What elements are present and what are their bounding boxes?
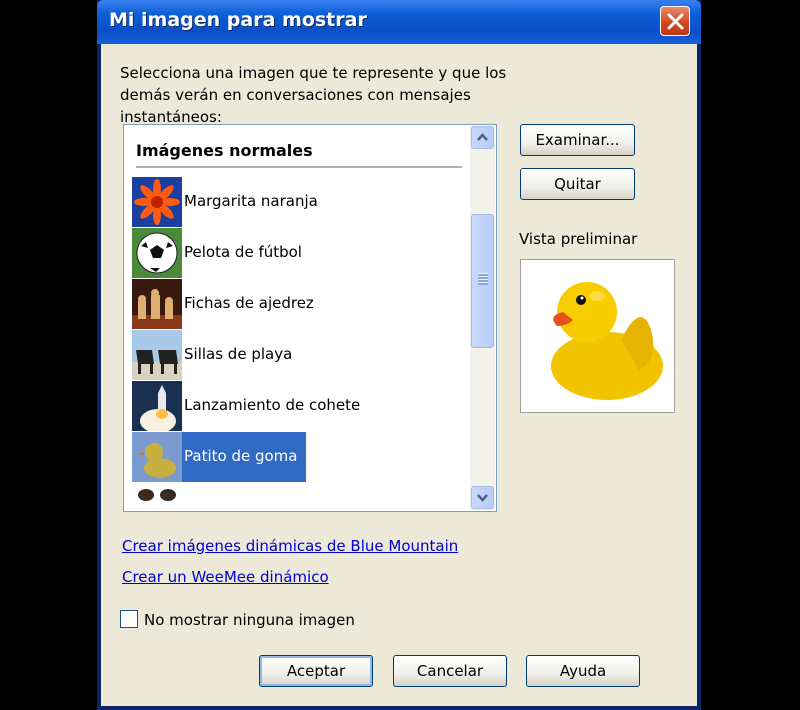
chess-pieces-icon	[132, 279, 182, 329]
scroll-down-button[interactable]	[471, 486, 494, 509]
preview-label: Vista preliminar	[519, 230, 638, 248]
window-title: Mi imagen para mostrar	[109, 9, 367, 31]
list-item-selected[interactable]: Patito de goma	[132, 432, 462, 482]
list-item[interactable]: Lanzamiento de cohete	[132, 381, 462, 431]
list-item[interactable]: Margarita naranja	[132, 177, 462, 227]
cancel-button[interactable]: Cancelar	[393, 655, 507, 687]
image-list[interactable]: Imágenes normales Margarita naranja Pelo…	[123, 124, 497, 512]
dialog-window: Mi imagen para mostrar Selecciona una im…	[97, 0, 701, 710]
preview-image	[520, 259, 675, 413]
list-item-label: Sillas de playa	[184, 345, 293, 363]
list-item[interactable]: Fichas de ajedrez	[132, 279, 462, 329]
rocket-launch-icon	[132, 381, 182, 431]
weemee-link[interactable]: Crear un WeeMee dinámico	[122, 568, 329, 586]
title-bar[interactable]: Mi imagen para mostrar	[97, 0, 701, 44]
help-button[interactable]: Ayuda	[526, 655, 640, 687]
list-item-label: Lanzamiento de cohete	[184, 396, 361, 414]
scroll-thumb[interactable]	[471, 214, 494, 348]
grip-icon	[478, 273, 488, 285]
list-header: Imágenes normales	[136, 141, 462, 168]
close-button[interactable]	[660, 6, 690, 36]
list-item-label: Pelota de fútbol	[184, 243, 302, 261]
orange-daisy-icon	[132, 177, 182, 227]
partial-thumbnail-icon	[132, 483, 182, 511]
close-icon	[667, 13, 684, 30]
intro-text: Selecciona una imagen que te represente …	[120, 64, 507, 126]
list-item[interactable]: Pelota de fútbol	[132, 228, 462, 278]
blue-mountain-link[interactable]: Crear imágenes dinámicas de Blue Mountai…	[122, 537, 458, 555]
list-item[interactable]: Sillas de playa	[132, 330, 462, 380]
list-item-label: Patito de goma	[184, 447, 298, 465]
vertical-scrollbar[interactable]	[470, 126, 495, 510]
list-item-label: Margarita naranja	[184, 192, 318, 210]
soccer-ball-icon	[132, 228, 182, 278]
no-image-checkbox[interactable]	[120, 610, 138, 628]
no-image-checkbox-label[interactable]: No mostrar ninguna imagen	[144, 611, 355, 629]
rubber-duck-icon	[551, 282, 663, 400]
chevron-down-icon	[477, 494, 488, 502]
beach-chairs-icon	[132, 330, 182, 380]
rubber-duck-icon	[132, 432, 182, 482]
scroll-up-button[interactable]	[471, 126, 494, 149]
browse-button[interactable]: Examinar...	[520, 124, 635, 156]
dialog-body: Selecciona una imagen que te represente …	[101, 44, 697, 706]
list-item-label: Fichas de ajedrez	[184, 294, 314, 312]
remove-button[interactable]: Quitar	[520, 168, 635, 200]
list-item-partial[interactable]	[132, 483, 462, 511]
chevron-up-icon	[477, 133, 488, 141]
ok-button[interactable]: Aceptar	[259, 655, 373, 687]
